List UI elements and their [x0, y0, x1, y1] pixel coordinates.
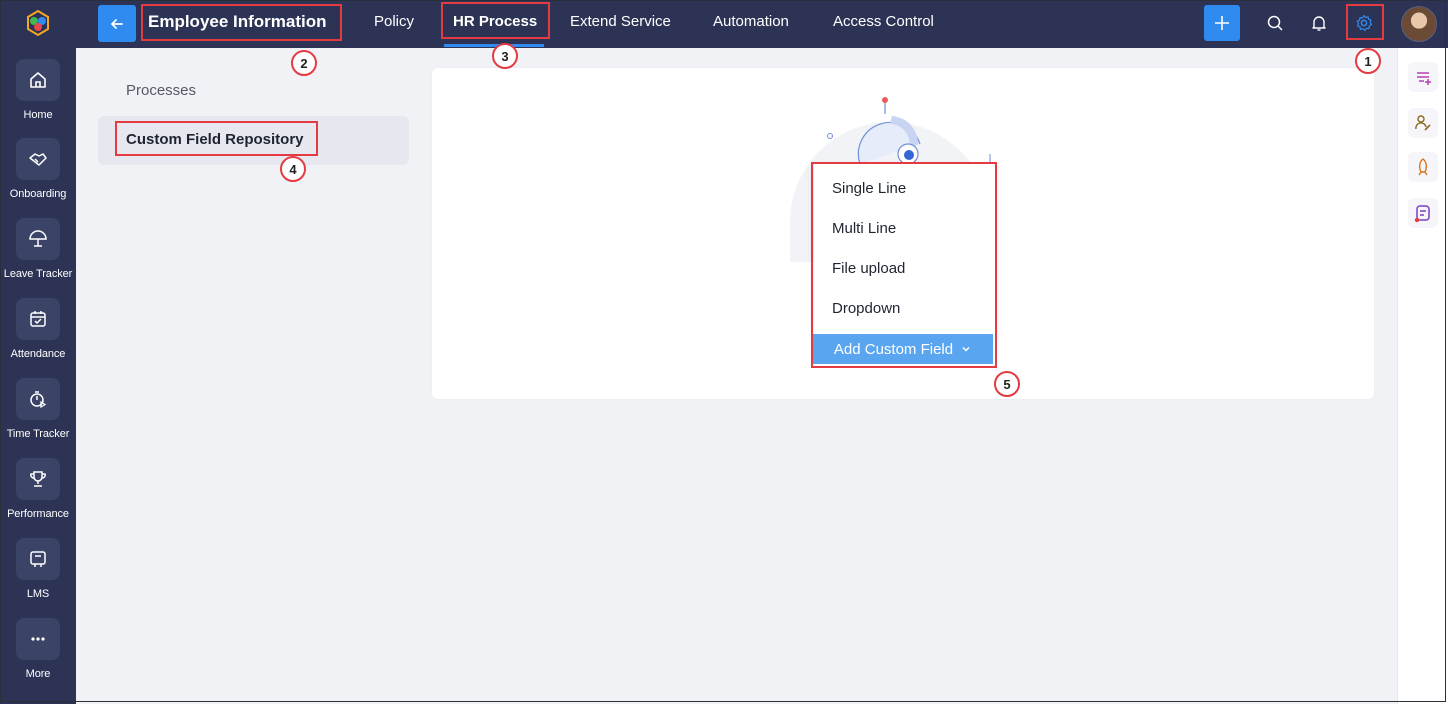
- left-sidebar: Home Onboarding Leave Tracker Attendance…: [0, 0, 76, 704]
- notifications-button[interactable]: [1308, 12, 1330, 34]
- add-list-icon: [1417, 72, 1431, 85]
- annotation-number: 2: [291, 50, 317, 76]
- handshake-icon: [29, 153, 47, 166]
- sidebar-item-label: LMS: [26, 588, 50, 600]
- bell-icon: [1312, 16, 1326, 31]
- rail-user-edit-button[interactable]: [1408, 108, 1438, 138]
- more-dots-icon: [31, 637, 45, 641]
- annotation-number: 1: [1355, 48, 1381, 74]
- processes-heading: Processes: [126, 82, 197, 99]
- back-button[interactable]: [98, 5, 136, 42]
- annotation-box-hr-process: [441, 2, 550, 39]
- sidebar-item-more[interactable]: More: [0, 618, 76, 680]
- sidebar-item-label: Performance: [7, 508, 69, 520]
- annotation-number: 3: [492, 43, 518, 69]
- sidebar-item-performance[interactable]: Performance: [0, 458, 76, 520]
- tab-access-control[interactable]: Access Control: [833, 13, 934, 30]
- lms-board-icon: [30, 551, 46, 567]
- rail-add-list-button[interactable]: [1408, 62, 1438, 92]
- annotation-box-title: [141, 4, 342, 41]
- arrow-left-icon: [111, 18, 123, 29]
- notes-icon: [1414, 205, 1430, 223]
- annotation-number: 4: [280, 156, 306, 182]
- tab-automation[interactable]: Automation: [713, 13, 789, 30]
- calendar-check-icon: [30, 311, 46, 327]
- annotation-box-dropdown: [811, 162, 997, 368]
- sidebar-item-label: Home: [23, 109, 53, 121]
- rail-notes-button[interactable]: [1408, 198, 1438, 228]
- rocket-icon: [1418, 158, 1428, 176]
- sidebar-item-label: Attendance: [10, 348, 66, 360]
- add-button[interactable]: [1204, 5, 1240, 41]
- search-icon: [1267, 15, 1283, 31]
- tab-extend-service[interactable]: Extend Service: [570, 13, 671, 30]
- trophy-icon: [30, 471, 46, 487]
- active-tab-indicator: [444, 44, 544, 47]
- sidebar-item-lms[interactable]: LMS: [0, 538, 76, 600]
- home-icon: [30, 72, 46, 88]
- sidebar-item-onboarding[interactable]: Onboarding: [0, 138, 76, 200]
- plus-icon: [1215, 16, 1229, 30]
- app-logo-icon[interactable]: [24, 9, 52, 37]
- sidebar-item-label: Time Tracker: [6, 428, 70, 440]
- annotation-number: 5: [994, 371, 1020, 397]
- sidebar-item-attendance[interactable]: Attendance: [0, 298, 76, 360]
- stopwatch-icon: [30, 391, 47, 409]
- sidebar-item-label: Leave Tracker: [3, 268, 73, 280]
- umbrella-icon: [29, 230, 47, 247]
- annotation-box-settings: [1346, 4, 1384, 40]
- user-edit-icon: [1415, 115, 1431, 131]
- annotation-box-custom-field-repo: [115, 121, 318, 156]
- avatar[interactable]: [1401, 6, 1437, 42]
- search-button[interactable]: [1264, 12, 1286, 34]
- rail-rocket-button[interactable]: [1408, 152, 1438, 182]
- tab-policy[interactable]: Policy: [374, 13, 414, 30]
- right-rail: [1397, 48, 1448, 704]
- sidebar-item-home[interactable]: Home: [0, 59, 76, 121]
- sidebar-item-time-tracker[interactable]: Time Tracker: [0, 378, 76, 440]
- sidebar-item-label: More: [25, 668, 51, 680]
- sidebar-item-label: Onboarding: [9, 188, 67, 200]
- sidebar-item-leave-tracker[interactable]: Leave Tracker: [0, 218, 76, 280]
